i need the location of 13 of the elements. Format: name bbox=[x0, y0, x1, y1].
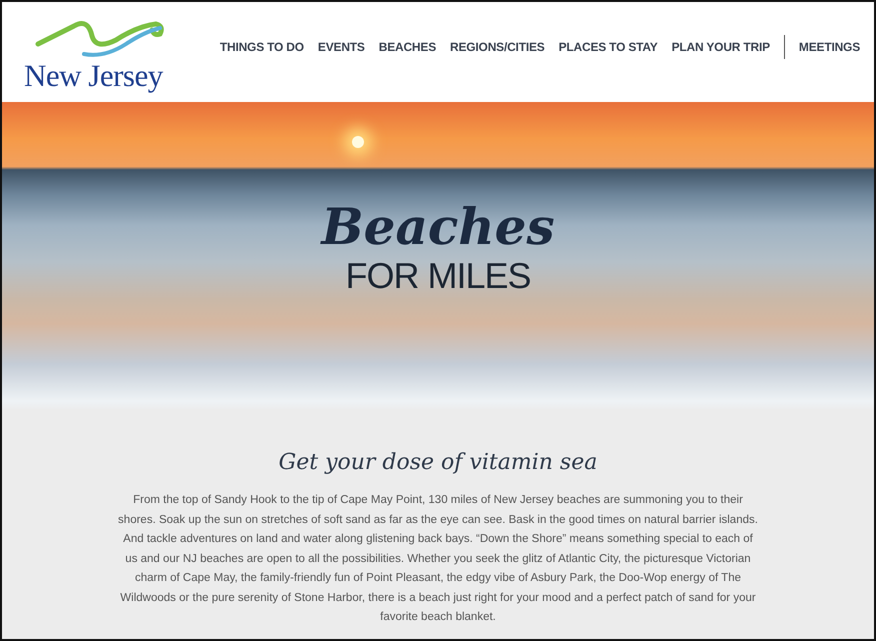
logo-wordmark[interactable]: New Jersey bbox=[24, 60, 163, 90]
intro-paragraph: From the top of Sandy Hook to the tip of Cape May Point, 130 miles of New Jersey beaches are summoning you to their shores. Soak up the sun on stretches of soft sand as far as the eye can see. Bask in the good times on natural barrier islands. And tackle adventures on land and water along glistening back bays. “Down the Shore” means something special to each of us and our NJ beaches are open to all the possibilities. Whether you seek the glitz of Atlantic City, the picturesque Victorian charm of Cape May, the family-friendly fun of Point Pleasant, the edgy vibe of Asbury Park, the Doo-Wop energy of The Wildwoods or the pure serenity of Stone Harbor, there is a beach just right for your mood and a perfect patch of sand for your favorite beach blanket. bbox=[118, 493, 758, 625]
nav-link[interactable]: PLAN YOUR TRIP bbox=[672, 40, 770, 54]
nav-link[interactable]: PLACES TO STAY bbox=[558, 40, 658, 54]
hero-subtitle: FOR MILES bbox=[345, 256, 531, 296]
sun-icon bbox=[352, 136, 364, 148]
section-heading: Get your dose of vitamin sea bbox=[278, 450, 598, 475]
nav-link[interactable]: THINGS TO DO bbox=[220, 40, 304, 54]
nav-link[interactable]: BEACHES bbox=[378, 40, 436, 54]
nav-link[interactable]: MEETINGS bbox=[798, 40, 860, 54]
nav-link[interactable]: EVENTS bbox=[318, 40, 365, 54]
nav-link[interactable]: REGIONS/CITIES bbox=[450, 40, 545, 54]
hero-title: Beaches bbox=[321, 202, 555, 252]
